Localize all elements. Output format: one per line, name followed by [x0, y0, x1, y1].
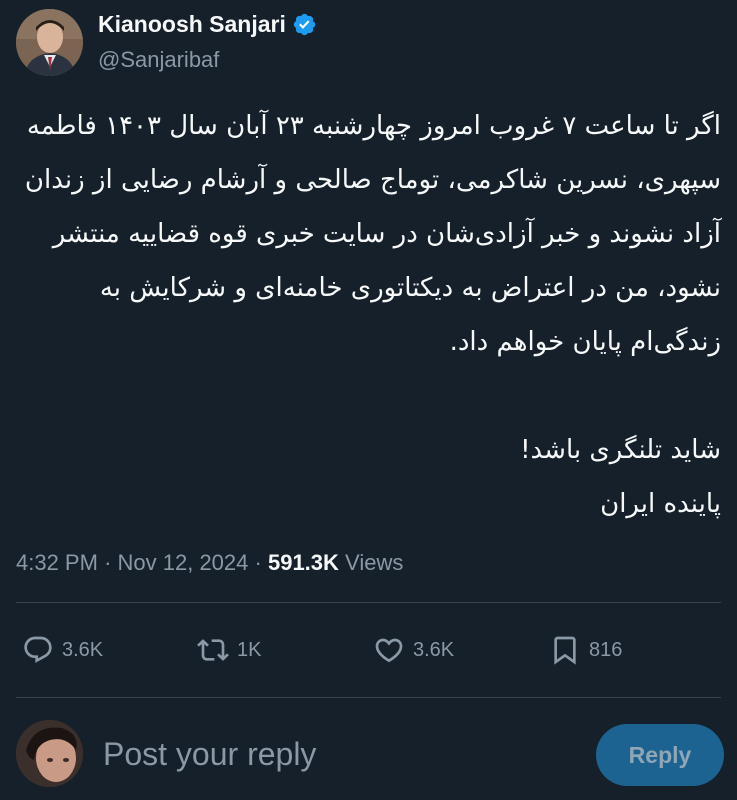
author-handle[interactable]: @Sanjaribaf [98, 45, 219, 75]
author-name-text: Kianoosh Sanjari [98, 11, 286, 37]
bookmark-count: 816 [589, 638, 623, 661]
author-name[interactable]: Kianoosh Sanjari [98, 9, 317, 39]
tweet-paragraph: اگر تا ساعت ۷ غروب امروز چهارشنبه ۲۳ آبا… [24, 111, 721, 357]
tweet-meta: 4:32 PM · Nov 12, 2024 · 591.3K Views [16, 548, 403, 578]
author-avatar-image [16, 9, 83, 76]
post-date[interactable]: Nov 12, 2024 [118, 550, 249, 575]
like-count: 3.6K [413, 638, 455, 661]
reply-count: 3.6K [62, 638, 104, 661]
current-user-avatar-image [16, 720, 83, 787]
reply-action-button[interactable]: 3.6K [22, 632, 103, 668]
tweet-text: اگر تا ساعت ۷ غروب امروز چهارشنبه ۲۳ آبا… [16, 99, 721, 531]
author-avatar[interactable] [16, 9, 83, 76]
post-time[interactable]: 4:32 PM [16, 550, 98, 575]
views-label: Views [345, 550, 404, 575]
reply-submit-button[interactable]: Reply [596, 724, 724, 786]
speech-bubble-icon [24, 636, 52, 663]
bookmark-action-button[interactable]: 816 [549, 632, 622, 668]
bookmark-icon [554, 636, 576, 665]
tweet-line: پاینده ایران [600, 489, 721, 519]
divider [16, 602, 721, 603]
views-count[interactable]: 591.3K [268, 550, 339, 575]
verified-badge-icon [292, 12, 317, 37]
tweet-line: شاید تلنگری باشد! [520, 435, 721, 465]
repost-action-button[interactable]: 1K [197, 632, 261, 668]
repost-count: 1K [237, 638, 262, 661]
heart-icon [375, 638, 403, 663]
current-user-avatar[interactable] [16, 720, 83, 787]
meta-separator: · [254, 550, 262, 575]
reply-input[interactable] [103, 732, 573, 776]
divider [16, 697, 721, 698]
tweet-page: Kianoosh Sanjari @Sanjaribaf اگر تا ساعت… [0, 0, 737, 800]
meta-separator: · [104, 550, 112, 575]
like-action-button[interactable]: 3.6K [373, 632, 454, 668]
repost-arrows-icon [197, 639, 229, 661]
